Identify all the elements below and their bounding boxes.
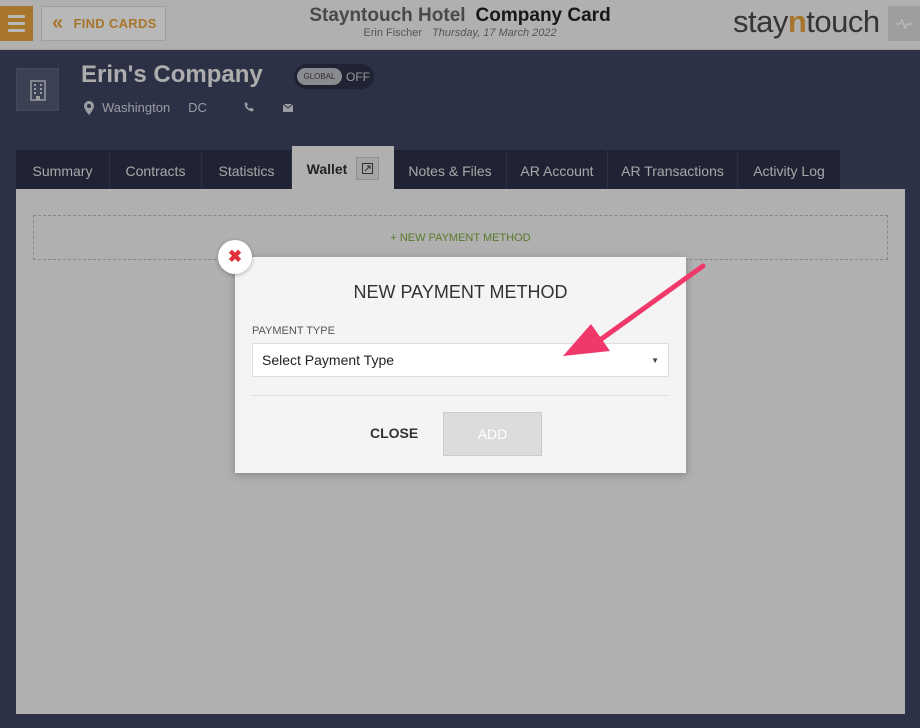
- annotation-arrow-icon: [563, 263, 706, 356]
